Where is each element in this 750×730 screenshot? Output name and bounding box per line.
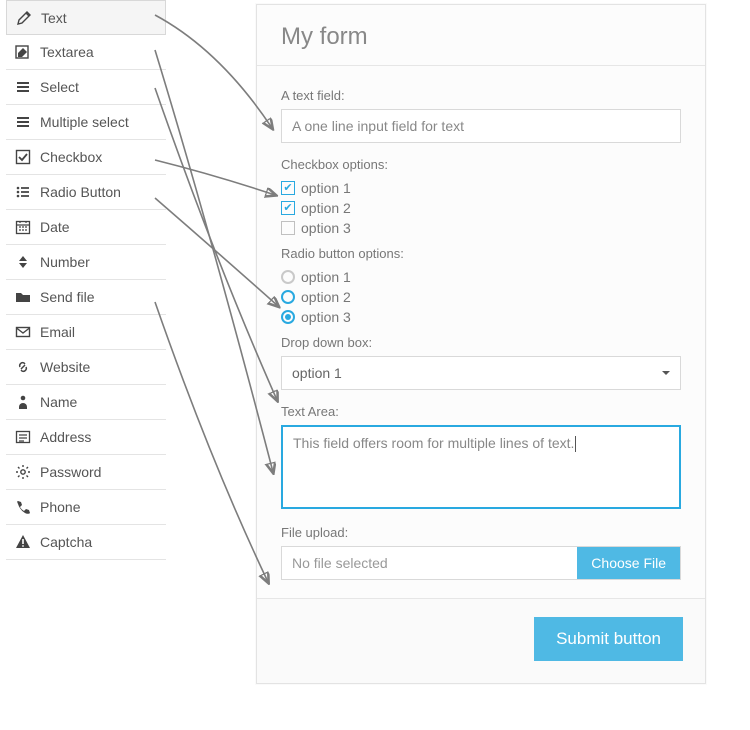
field-palette: Text Textarea Select Multiple select Che… [6,0,166,560]
palette-item-email[interactable]: Email [6,315,166,350]
sort-icon [12,254,34,270]
text-cursor [575,436,576,452]
palette-item-password[interactable]: Password [6,455,166,490]
palette-item-date[interactable]: Date [6,210,166,245]
palette-label: Name [40,394,77,410]
palette-item-address[interactable]: Address [6,420,166,455]
checkbox-icon [281,201,295,215]
checkbox-option[interactable]: option 3 [281,218,681,238]
checkbox-option[interactable]: option 2 [281,198,681,218]
palette-item-number[interactable]: Number [6,245,166,280]
textarea-input[interactable]: This field offers room for multiple line… [281,425,681,509]
radio-icon [281,290,295,304]
palette-item-select[interactable]: Select [6,70,166,105]
radio-group-label: Radio button options: [281,246,681,261]
palette-label: Multiple select [40,114,129,130]
choose-file-button[interactable]: Choose File [577,547,680,579]
chevron-down-icon [662,371,670,375]
checkbox-icon [281,221,295,235]
warning-icon [12,534,34,550]
palette-label: Checkbox [40,149,102,165]
checkbox-icon [281,181,295,195]
palette-label: Text [41,10,67,26]
palette-item-name[interactable]: Name [6,385,166,420]
palette-item-captcha[interactable]: Captcha [6,525,166,560]
radio-label: option 1 [301,269,351,285]
textarea-value: This field offers room for multiple line… [293,435,574,451]
palette-label: Send file [40,289,94,305]
dropdown-selected-value: option 1 [292,365,342,381]
form-preview-panel: My form A text field: Checkbox options: … [256,4,706,684]
palette-item-textarea[interactable]: Textarea [6,35,166,70]
textarea-label: Text Area: [281,404,681,419]
palette-label: Radio Button [40,184,121,200]
palette-item-phone[interactable]: Phone [6,490,166,525]
file-upload-label: File upload: [281,525,681,540]
palette-item-website[interactable]: Website [6,350,166,385]
palette-label: Password [40,464,101,480]
form-body: A text field: Checkbox options: option 1… [257,66,705,598]
palette-label: Website [40,359,90,375]
bars-icon [12,79,34,95]
folder-icon [12,289,34,305]
file-placeholder: No file selected [282,547,577,579]
palette-label: Phone [40,499,80,515]
dropdown-label: Drop down box: [281,335,681,350]
form-title: My form [257,5,705,66]
radio-option[interactable]: option 2 [281,287,681,307]
bars-icon [12,114,34,130]
submit-button[interactable]: Submit button [534,617,683,661]
checkbox-group-label: Checkbox options: [281,157,681,172]
link-icon [12,359,34,375]
file-upload-row: No file selected Choose File [281,546,681,580]
checkbox-label: option 3 [301,220,351,236]
check-square-icon [12,149,34,165]
gear-icon [12,464,34,480]
palette-label: Captcha [40,534,92,550]
radio-icon [281,270,295,284]
dropdown-select[interactable]: option 1 [281,356,681,390]
list-bullets-icon [12,184,34,200]
person-icon [12,394,34,410]
form-footer: Submit button [257,598,705,683]
envelope-icon [12,324,34,340]
lines-box-icon [12,429,34,445]
text-field-label: A text field: [281,88,681,103]
radio-label: option 3 [301,309,351,325]
text-field-input[interactable] [281,109,681,143]
pencil-icon [13,10,35,26]
checkbox-option[interactable]: option 1 [281,178,681,198]
palette-item-radio[interactable]: Radio Button [6,175,166,210]
palette-label: Date [40,219,70,235]
palette-label: Address [40,429,91,445]
edit-icon [12,44,34,60]
palette-label: Select [40,79,79,95]
phone-icon [12,499,34,515]
palette-item-file[interactable]: Send file [6,280,166,315]
checkbox-label: option 2 [301,200,351,216]
palette-label: Email [40,324,75,340]
radio-icon [281,310,295,324]
palette-label: Textarea [40,44,94,60]
radio-option[interactable]: option 1 [281,267,681,287]
palette-item-text[interactable]: Text [6,0,166,35]
calendar-icon [12,219,34,235]
radio-option[interactable]: option 3 [281,307,681,327]
palette-item-checkbox[interactable]: Checkbox [6,140,166,175]
palette-label: Number [40,254,90,270]
radio-group: option 1 option 2 option 3 [281,267,681,327]
palette-item-multiselect[interactable]: Multiple select [6,105,166,140]
checkbox-group: option 1 option 2 option 3 [281,178,681,238]
checkbox-label: option 1 [301,180,351,196]
radio-label: option 2 [301,289,351,305]
